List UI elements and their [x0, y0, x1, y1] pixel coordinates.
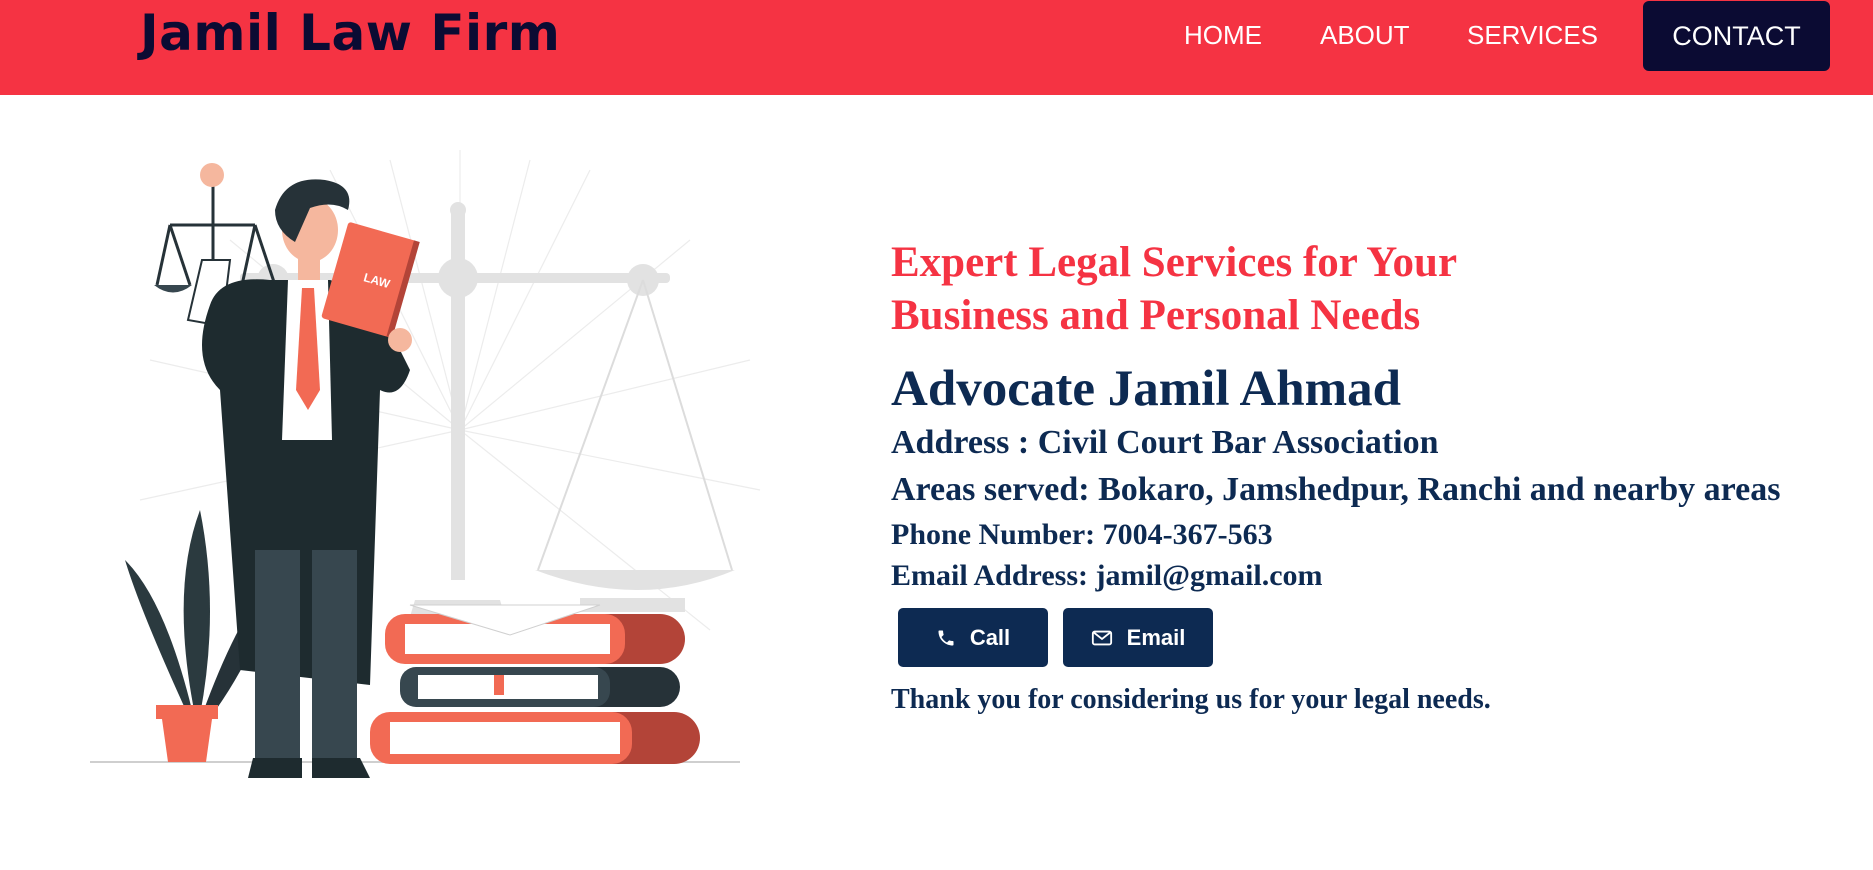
- nav-home-link[interactable]: HOME: [1184, 20, 1262, 51]
- email-button[interactable]: Email: [1063, 608, 1213, 667]
- email-button-label: Email: [1126, 624, 1186, 650]
- brand-logo-text[interactable]: Jamil Law Firm: [140, 4, 560, 62]
- email-address-text: Email Address: jamil@gmail.com: [891, 559, 1323, 592]
- areas-served-text: Areas served: Bokaro, Jamshedpur, Ranchi…: [891, 471, 1781, 508]
- book-stack: [370, 604, 700, 764]
- advocate-name: Advocate Jamil Ahmad: [891, 361, 1401, 417]
- lawyer-scales-image: LAW: [90, 150, 761, 778]
- thanks-text: Thank you for considering us for your le…: [891, 684, 1491, 715]
- nav-services-link[interactable]: SERVICES: [1467, 20, 1598, 51]
- call-button-label: Call: [969, 624, 1011, 650]
- tagline-line2: Business and Personal Needs: [891, 292, 1421, 339]
- nav-contact-button[interactable]: CONTACT: [1643, 1, 1830, 71]
- envelope-icon: [1091, 630, 1112, 645]
- phone-icon: [938, 630, 954, 645]
- call-button[interactable]: Call: [898, 608, 1048, 667]
- nav-about-link[interactable]: ABOUT: [1320, 20, 1410, 51]
- scale-pan-left: [154, 285, 192, 293]
- address-text: Address : Civil Court Bar Association: [891, 424, 1439, 461]
- phone-number-text: Phone Number: 7004-367-563: [891, 518, 1273, 551]
- top-navbar: Jamil Law Firm HOME ABOUT SERVICES CONTA…: [0, 0, 1873, 95]
- lawyer-illustration: LAW: [70, 130, 770, 810]
- tagline-line1: Expert Legal Services for Your: [891, 239, 1458, 286]
- hero-tagline: Expert Legal Services for Your Business …: [891, 236, 1591, 342]
